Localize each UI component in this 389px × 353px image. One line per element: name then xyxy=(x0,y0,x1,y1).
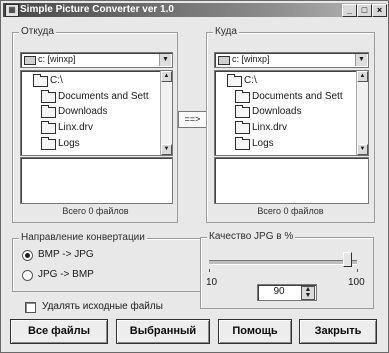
spin-arrows-icon[interactable]: ▲ ▼ xyxy=(301,286,315,300)
help-button[interactable]: Помощь xyxy=(218,319,292,344)
folder-icon xyxy=(41,90,56,103)
source-file-list[interactable] xyxy=(20,157,173,204)
delete-source-checkbox[interactable] xyxy=(25,302,36,313)
delete-source-label[interactable]: Удалять исходные файлы xyxy=(42,301,163,312)
folder-icon xyxy=(235,105,250,118)
quality-value[interactable]: 90 xyxy=(258,286,300,297)
source-dir-scrollbar[interactable]: ▲ ▼ xyxy=(160,71,172,155)
maximize-button[interactable]: □ xyxy=(357,4,372,17)
source-file-count: Всего 0 файлов xyxy=(62,206,129,216)
picture-icon: ▦ xyxy=(5,4,19,17)
chevron-down-icon[interactable]: ▼ xyxy=(159,54,171,66)
radio-bmp-to-jpg[interactable] xyxy=(22,250,33,261)
quality-slider-track[interactable] xyxy=(209,260,357,265)
minimize-button[interactable]: _ xyxy=(342,4,357,17)
drive-icon xyxy=(218,56,230,65)
open-folder-icon xyxy=(33,74,48,87)
slider-tick xyxy=(209,269,210,272)
target-drive-value: c: [winxp] xyxy=(232,54,270,64)
folder-icon xyxy=(235,137,250,150)
all-files-button[interactable]: Все файлы xyxy=(10,319,108,344)
folder-icon xyxy=(41,105,56,118)
target-dir-list[interactable]: C:\ Documents and Sett Downloads Linx.dr… xyxy=(214,70,369,156)
target-dir-scrollbar[interactable]: ▲ ▼ xyxy=(356,71,368,155)
radio-bmp-to-jpg-label[interactable]: BMP -> JPG xyxy=(38,249,94,260)
source-drive-select[interactable]: c: [winxp] ▼ xyxy=(20,52,173,68)
folder-icon xyxy=(235,121,250,134)
folder-icon xyxy=(41,137,56,150)
close-window-button[interactable]: × xyxy=(372,4,387,17)
target-group-label: Куда xyxy=(213,26,239,37)
quality-min-label: 10 xyxy=(206,277,218,288)
copy-path-button[interactable]: ==> xyxy=(178,111,207,128)
drive-icon xyxy=(24,56,36,65)
open-folder-icon xyxy=(227,74,242,87)
close-button[interactable]: Закрыть xyxy=(299,319,377,344)
folder-icon xyxy=(41,121,56,134)
chevron-down-icon[interactable]: ▼ xyxy=(355,54,367,66)
app-window: ▦ Simple Picture Converter ver 1.0 _ □ ×… xyxy=(0,0,389,353)
source-drive-value: c: [winxp] xyxy=(38,54,76,64)
radio-jpg-to-bmp-label[interactable]: JPG -> BMP xyxy=(38,269,94,280)
quality-group-label: Качество JPG в % xyxy=(207,231,296,242)
target-file-count: Всего 0 файлов xyxy=(257,206,324,216)
quality-slider-thumb[interactable] xyxy=(343,252,352,267)
target-file-list[interactable] xyxy=(214,157,369,204)
radio-jpg-to-bmp[interactable] xyxy=(22,270,33,281)
selected-button[interactable]: Выбранный xyxy=(116,319,210,344)
folder-icon xyxy=(235,90,250,103)
target-drive-select[interactable]: c: [winxp] ▼ xyxy=(214,52,369,68)
scroll-down-icon[interactable]: ▼ xyxy=(357,144,368,155)
title-bar: ▦ Simple Picture Converter ver 1.0 _ □ × xyxy=(3,3,387,17)
scroll-down-icon[interactable]: ▼ xyxy=(161,144,172,155)
quality-max-label: 100 xyxy=(348,277,365,288)
direction-group: Направление конвертации xyxy=(12,232,202,292)
source-dir-list[interactable]: C:\ Documents and Sett Downloads Linx.dr… xyxy=(20,70,173,156)
scroll-up-icon[interactable]: ▲ xyxy=(357,71,368,82)
quality-spinbox[interactable]: 90 ▲ ▼ xyxy=(257,284,317,301)
window-title: Simple Picture Converter ver 1.0 xyxy=(20,4,174,15)
source-group-label: Откуда xyxy=(19,26,56,37)
slider-tick xyxy=(357,269,358,272)
direction-group-label: Направление конвертации xyxy=(19,232,147,243)
scroll-up-icon[interactable]: ▲ xyxy=(161,71,172,82)
